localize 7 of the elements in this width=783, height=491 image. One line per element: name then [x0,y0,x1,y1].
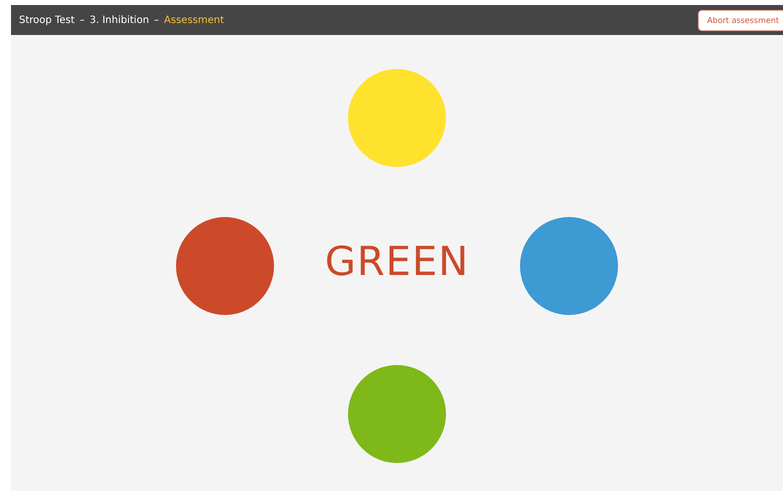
breadcrumb-item: Stroop Test [19,14,75,26]
breadcrumb-item: Assessment [164,14,224,26]
stimulus-word: GREEN [324,239,470,285]
abort-button[interactable]: Abort assessment [698,10,783,30]
separator: – [154,14,160,26]
separator: – [80,14,85,26]
breadcrumb-item: 3. Inhibition [90,14,150,26]
